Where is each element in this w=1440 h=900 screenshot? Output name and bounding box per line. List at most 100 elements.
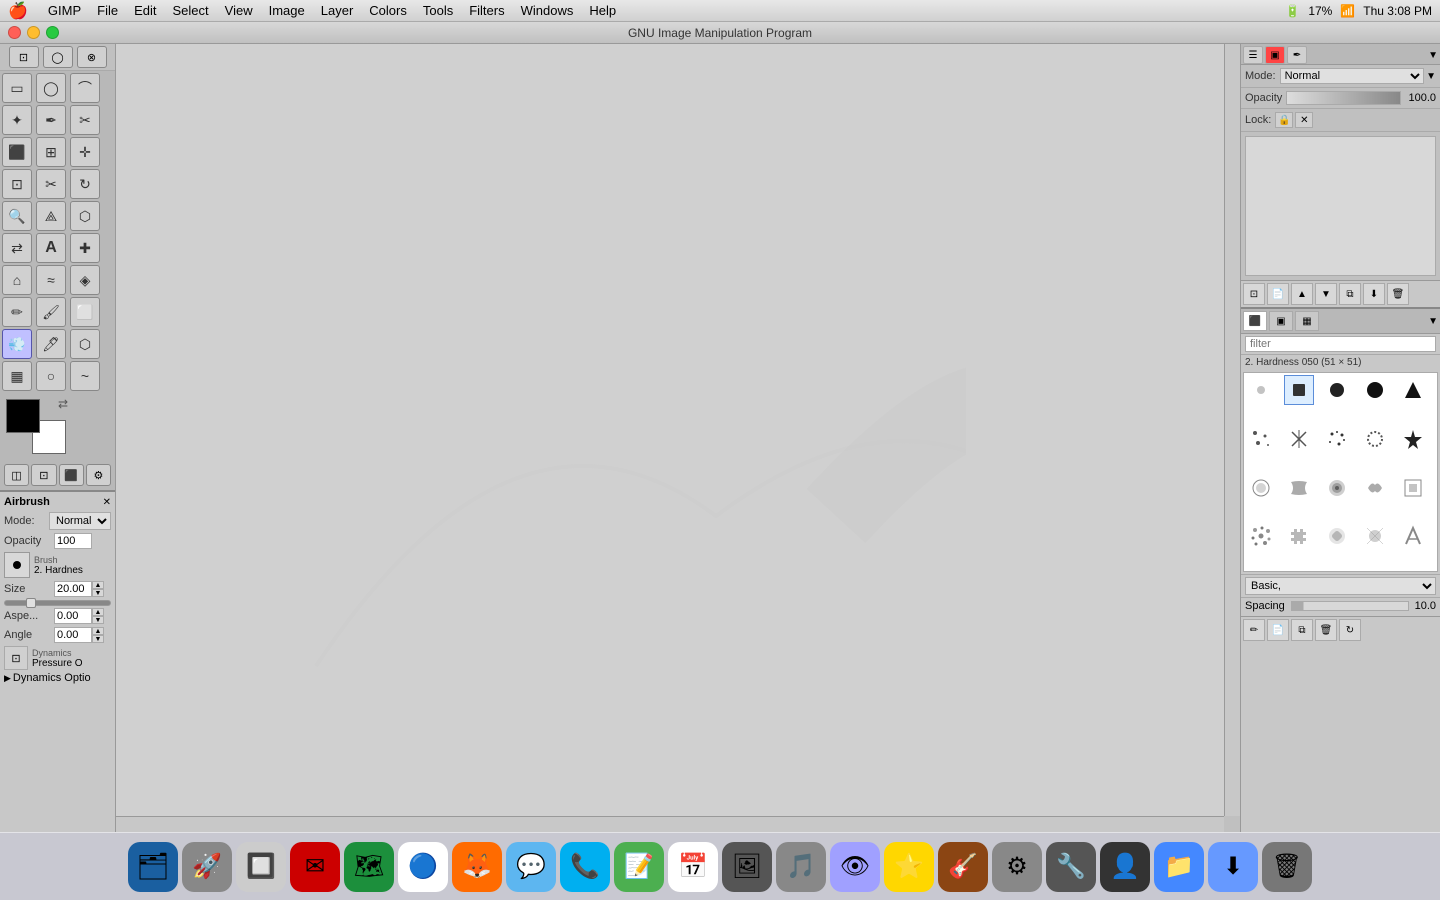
zoom-tool[interactable]: 🔍 — [2, 201, 32, 231]
ink-tool[interactable]: 🖊 — [36, 329, 66, 359]
brush-cell-13[interactable] — [1322, 473, 1352, 503]
dock-activity[interactable]: 🔧 — [1046, 842, 1096, 892]
angle-input[interactable] — [54, 627, 92, 643]
dock-finder[interactable]: 🗂 — [128, 842, 178, 892]
layer-mode-arrow[interactable]: ▼ — [1426, 71, 1436, 82]
dock-skype[interactable]: 📞 — [560, 842, 610, 892]
menu-colors[interactable]: Colors — [361, 1, 415, 20]
free-select-tool[interactable]: ⌒ — [70, 73, 100, 103]
brush-cell-2[interactable] — [1284, 375, 1314, 405]
aspect-input[interactable] — [54, 608, 92, 624]
brush-panel-menu-icon[interactable]: ▼ — [1428, 316, 1438, 327]
delete-brush-icon[interactable]: 🗑 — [1315, 619, 1337, 641]
brush-cell-3[interactable] — [1322, 375, 1352, 405]
channels-icon-tab[interactable]: ▣ — [1265, 46, 1285, 64]
ellipse-select-tool[interactable]: ◯ — [36, 73, 66, 103]
dock-guitar[interactable]: 🎸 — [938, 842, 988, 892]
menu-help[interactable]: Help — [581, 1, 624, 20]
refresh-brush-icon[interactable]: ↻ — [1339, 619, 1361, 641]
duplicate-layer-icon[interactable]: ⧉ — [1339, 283, 1361, 305]
angle-down-arrow[interactable]: ▼ — [92, 635, 104, 643]
minimize-button[interactable] — [27, 26, 40, 39]
smudge-tool[interactable]: ~ — [70, 361, 100, 391]
dynamics-icon[interactable]: ⊡ — [4, 646, 28, 670]
shear-tool[interactable]: ⟁ — [36, 201, 66, 231]
dodge-tool[interactable]: ○ — [36, 361, 66, 391]
rect-select-tool[interactable]: ▭ — [2, 73, 32, 103]
canvas[interactable] — [116, 44, 1224, 816]
menu-view[interactable]: View — [217, 1, 261, 20]
merge-layer-icon[interactable]: ⬇ — [1363, 283, 1385, 305]
dock-chrome[interactable]: 🔵 — [398, 842, 448, 892]
brush-cell-7[interactable] — [1284, 424, 1314, 454]
horizontal-scrollbar[interactable] — [116, 816, 1224, 832]
close-button[interactable] — [8, 26, 21, 39]
patterns-tab[interactable]: ▣ — [1269, 311, 1293, 331]
size-input[interactable] — [54, 581, 92, 597]
screen-mode-icon[interactable]: ⊡ — [31, 464, 56, 486]
brush-cell-8[interactable] — [1322, 424, 1352, 454]
menu-gimp[interactable]: GIMP — [40, 1, 89, 20]
menu-windows[interactable]: Windows — [513, 1, 582, 20]
options-close-icon[interactable]: ✕ — [103, 497, 111, 508]
brush-cell-5[interactable] — [1398, 375, 1428, 405]
lock-position-icon[interactable]: ✕ — [1295, 112, 1313, 128]
dock-evernote[interactable]: 📝 — [614, 842, 664, 892]
maximize-button[interactable] — [46, 26, 59, 39]
toolbox-icon1[interactable]: ⊡ — [9, 46, 39, 68]
edit-brush-icon[interactable]: ✏ — [1243, 619, 1265, 641]
brush-cell-16[interactable] — [1246, 521, 1276, 551]
paintbrush-tool[interactable]: 🖌 — [36, 297, 66, 327]
lock-pixels-icon[interactable]: 🔒 — [1275, 112, 1293, 128]
dynamics-option-row[interactable]: ▶ Dynamics Optio — [4, 672, 111, 684]
color-picker-tool[interactable]: ⬛ — [2, 137, 32, 167]
layer-mode-select[interactable]: Normal — [1280, 68, 1425, 84]
sharpen-tool[interactable]: ◈ — [70, 265, 100, 295]
path-tool[interactable]: ✒ — [36, 105, 66, 135]
paths-icon-tab[interactable]: ✒ — [1287, 46, 1307, 64]
new-layer-from-visible-icon[interactable]: ⊡ — [1243, 283, 1265, 305]
brush-cell-4[interactable] — [1360, 375, 1390, 405]
spacing-slider[interactable] — [1291, 601, 1409, 611]
brush-cell-14[interactable] — [1360, 473, 1390, 503]
blend-tool[interactable]: ▦ — [2, 361, 32, 391]
fill-tool[interactable]: ⬡ — [70, 329, 100, 359]
airbrush-tool[interactable]: 💨 — [2, 329, 32, 359]
brush-filter-input[interactable] — [1245, 336, 1436, 352]
aspect-down-arrow[interactable]: ▼ — [92, 616, 104, 624]
vertical-scrollbar[interactable] — [1224, 44, 1240, 816]
dock-itunes[interactable]: 🎵 — [776, 842, 826, 892]
dock-mail[interactable]: ✉ — [290, 842, 340, 892]
menu-file[interactable]: File — [89, 1, 126, 20]
dock-calendar[interactable]: 📅 — [668, 842, 718, 892]
layer-opacity-slider[interactable] — [1286, 91, 1401, 105]
settings-icon[interactable]: ⚙ — [86, 464, 111, 486]
dock-folder[interactable]: 📁 — [1154, 842, 1204, 892]
canvas-area[interactable] — [116, 44, 1240, 832]
mode-select[interactable]: Normal — [49, 512, 111, 530]
menu-edit[interactable]: Edit — [126, 1, 164, 20]
dock-iphoto[interactable]: 🖼 — [722, 842, 772, 892]
dock-prefs[interactable]: ⚙ — [992, 842, 1042, 892]
layers-icon-tab[interactable]: ☰ — [1243, 46, 1263, 64]
dock-stars[interactable]: ⭐ — [884, 842, 934, 892]
brush-cell-12[interactable] — [1284, 473, 1314, 503]
clone2-tool[interactable]: ⌂ — [2, 265, 32, 295]
brush-cell-15[interactable] — [1398, 473, 1428, 503]
foreground-color[interactable] — [6, 399, 40, 433]
grid-icon[interactable]: ⬛ — [59, 464, 84, 486]
dock-trash[interactable]: 🗑 — [1262, 842, 1312, 892]
menu-filters[interactable]: Filters — [461, 1, 512, 20]
size-up-arrow[interactable]: ▲ — [92, 581, 104, 589]
dock-maps[interactable]: 🗺 — [344, 842, 394, 892]
opacity-input[interactable] — [54, 533, 92, 549]
dock-downloads[interactable]: ⬇ — [1208, 842, 1258, 892]
quick-mask-icon[interactable]: ◫ — [4, 464, 29, 486]
dock-launchpad[interactable]: 🔲 — [236, 842, 286, 892]
fuzzy-select-tool[interactable]: ✦ — [2, 105, 32, 135]
brush-preview[interactable] — [4, 552, 30, 578]
scissors-tool[interactable]: ✂ — [70, 105, 100, 135]
eraser-tool[interactable]: ⬜ — [70, 297, 100, 327]
apple-menu[interactable]: 🍎 — [8, 1, 28, 21]
menu-select[interactable]: Select — [165, 1, 217, 20]
